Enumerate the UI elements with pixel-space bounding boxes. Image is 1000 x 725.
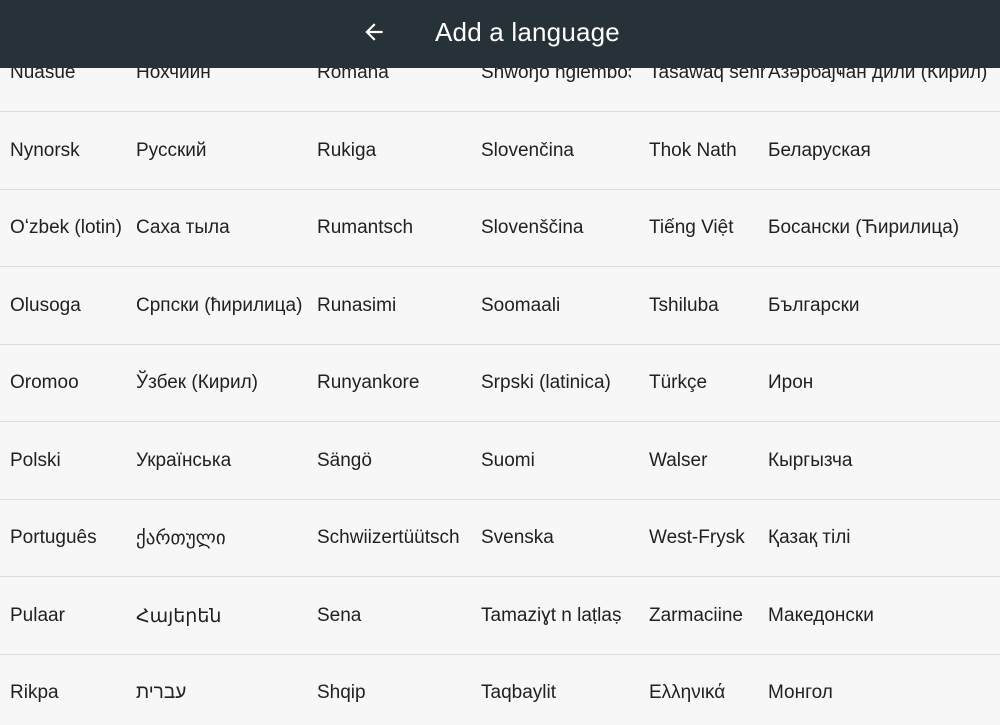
language-grid: NuasueНохчийнRomânăShwóŋò ngiemboɔn Tasaw… [0,68,1000,725]
language-item[interactable]: ქართული [136,500,314,576]
language-item[interactable]: Nuasue [10,68,134,111]
language-item[interactable]: Босански (Ћирилица) [768,190,998,266]
language-item[interactable]: West-Frysk [649,500,765,576]
language-item[interactable]: Thok Nath [649,113,765,189]
arrow-left-icon [365,23,383,41]
language-item[interactable]: Монгол [768,655,998,725]
page-title: Add a language [435,17,620,47]
language-item[interactable]: Walser [649,423,765,499]
language-row: Pulaar Հայերեն Sena Tamaziɣt n laṭlaṣ Zarmac… [0,578,1000,655]
language-row: Nynorsk Русский Rukiga Slovenčina Thok Nath Б… [0,113,1000,190]
language-item[interactable]: Oʻzbek (lotin) [10,190,134,266]
language-item[interactable]: Türkçe [649,345,765,421]
language-row: Oromoo Ўзбек (Кирил) Runyankore Srpski (lat… [0,345,1000,422]
language-item[interactable]: Română [317,68,477,111]
language-item[interactable]: Српски (ћирилица) [136,268,314,344]
language-item[interactable]: Русский [136,113,314,189]
language-item[interactable]: Taqbaylit [481,655,631,725]
language-item[interactable]: Slovenščina [481,190,631,266]
language-row: NuasueНохчийнRomânăShwóŋò ngiemboɔn Tasaw… [0,68,1000,112]
language-item[interactable]: Srpski (latinica) [481,345,631,421]
language-item[interactable]: Pulaar [10,578,134,654]
language-row: Olusoga Српски (ћирилица) Runasimi Soomaali… [0,268,1000,345]
language-item[interactable]: Svenska [481,500,631,576]
language-item[interactable]: Ελληνικά [649,655,765,725]
language-item[interactable]: Հայերեն [136,578,314,654]
language-item[interactable]: Tasawaq senni [649,68,765,111]
language-item[interactable]: Македонски [768,578,998,654]
language-item[interactable]: Sängö [317,423,477,499]
language-item[interactable]: Suomi [481,423,631,499]
language-item[interactable]: Ирон [768,345,998,421]
language-row: Oʻzbek (lotin) Саха тыла Rumantsch Slovenšč… [0,190,1000,267]
language-item[interactable]: Shwóŋò ngiemboɔn [481,68,631,111]
language-item[interactable]: Кыргызча [768,423,998,499]
language-item[interactable]: Soomaali [481,268,631,344]
language-item[interactable]: Қазақ тілі [768,500,998,576]
language-item[interactable]: Slovenčina [481,113,631,189]
language-item[interactable]: Runasimi [317,268,477,344]
language-item[interactable]: עברית [136,655,314,725]
language-item[interactable]: Tiếng Việt [649,190,765,266]
language-item[interactable]: Polski [10,423,134,499]
language-item[interactable]: Українська [136,423,314,499]
language-item[interactable]: Tshiluba [649,268,765,344]
language-item[interactable]: Rukiga [317,113,477,189]
language-item[interactable]: Rumantsch [317,190,477,266]
language-item[interactable]: Rikpa [10,655,134,725]
language-row: Polski Українська Sängö Suomi Walser Кыргызча [0,423,1000,500]
language-item[interactable]: Schwiizertüütsch [317,500,477,576]
language-item[interactable]: Português [10,500,134,576]
back-button[interactable] [352,10,396,54]
language-item[interactable]: Беларуская [768,113,998,189]
language-item[interactable]: Oromoo [10,345,134,421]
language-item[interactable]: Български [768,268,998,344]
language-item[interactable]: Zarmaciine [649,578,765,654]
language-item[interactable]: Ўзбек (Кирил) [136,345,314,421]
language-item[interactable]: Sena [317,578,477,654]
language-item[interactable]: Tamaziɣt n laṭlaṣ [481,578,631,654]
language-item[interactable]: Nynorsk [10,113,134,189]
language-row: Português ქართული Schwiizertüütsch Svenska W… [0,500,1000,577]
language-item[interactable]: Саха тыла [136,190,314,266]
language-item[interactable]: Shqip [317,655,477,725]
language-row: Rikpa עברית Shqip Taqbaylit Ελληνικά Монгол [0,655,1000,725]
language-item[interactable]: Runyankore [317,345,477,421]
language-item[interactable]: Азәрбајҹан дили (Кирил) [768,68,998,111]
language-item[interactable]: Olusoga [10,268,134,344]
app-bar: Add a language [0,0,1000,68]
language-item[interactable]: Нохчийн [136,68,314,111]
